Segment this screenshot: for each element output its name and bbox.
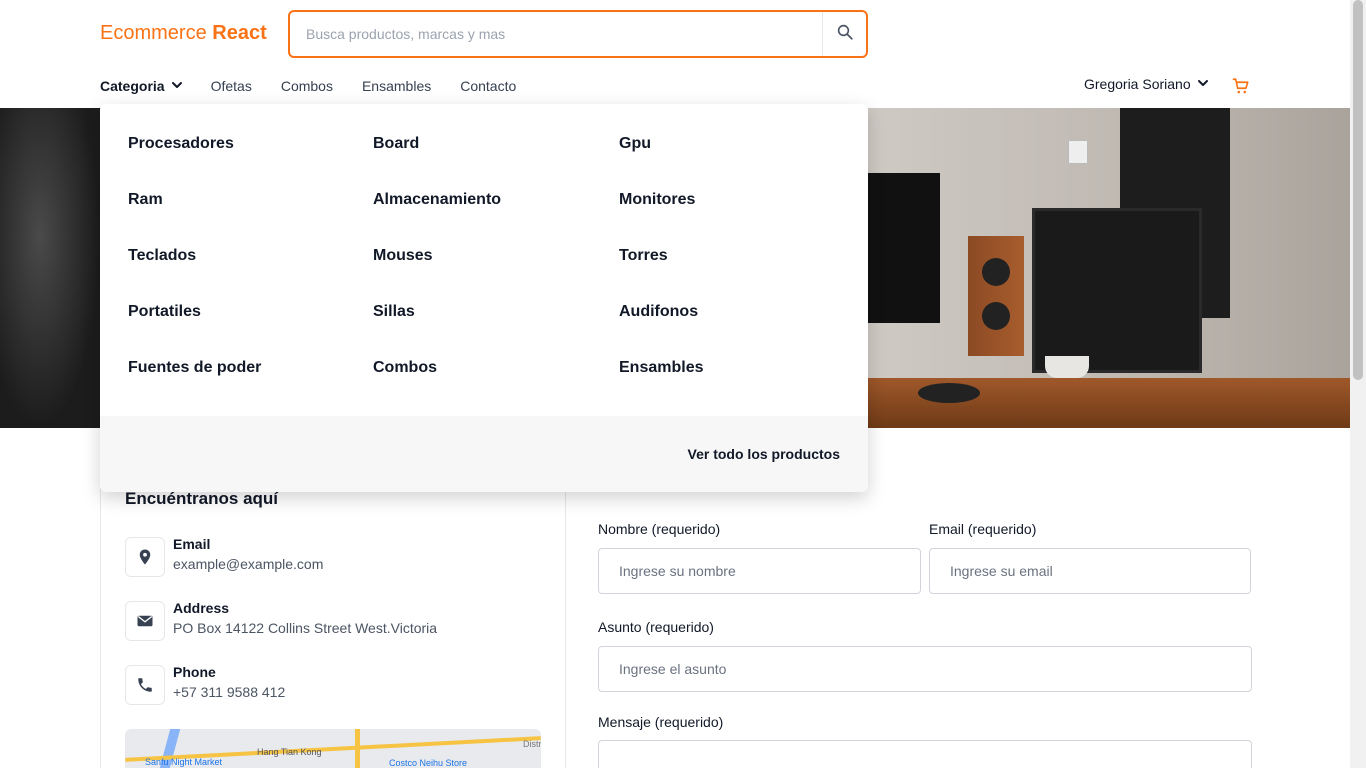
category-item-portatiles[interactable]: Portatiles [128,302,373,358]
site-logo[interactable]: Ecommerce React [100,22,267,45]
category-dropdown: Procesadores Board Gpu Ram Almacenamient… [100,104,868,492]
email-label: Email [173,536,211,552]
map-label: Costco Neihu Store [389,758,468,768]
address-value: PO Box 14122 Collins Street West.Victori… [173,620,438,636]
logo-strong-text: React [212,22,267,44]
email-field-label: Email (requerido) [929,521,1037,537]
hero-speaker [968,236,1024,356]
message-field [598,740,1252,768]
category-item-ram[interactable]: Ram [128,190,373,246]
category-item-audifonos[interactable]: Audifonos [619,302,840,358]
nav-link-contacto[interactable]: Contacto [460,78,516,94]
cart-button[interactable] [1232,77,1250,100]
phone-label: Phone [173,664,216,680]
address-label: Address [173,600,230,616]
category-item-teclados[interactable]: Teclados [128,246,373,302]
map-label: Distr de Ne [523,739,541,749]
category-item-almacenamiento[interactable]: Almacenamiento [373,190,619,246]
contact-phone-row: Phone +57 311 9588 412 [125,664,545,705]
hero-plant [0,108,100,428]
phone-value[interactable]: +57 311 9588 412 [173,684,285,700]
search-button[interactable] [822,12,866,56]
cart-icon [1232,78,1250,99]
category-item-monitores[interactable]: Monitores [619,190,840,246]
hero-light-switch [1068,140,1088,164]
name-field-label: Nombre (requerido) [598,521,721,537]
contact-email-row: Email example@example.com [125,536,545,577]
subject-field [598,646,1252,692]
nav-link-combos[interactable]: Combos [281,78,333,94]
category-item-procesadores[interactable]: Procesadores [128,134,373,190]
category-item-combos[interactable]: Combos [373,358,619,414]
category-menu-toggle[interactable]: Categoria [100,78,183,94]
location-pin-icon [125,537,165,577]
map-label: Hang Tian Kong [257,747,322,757]
category-grid: Procesadores Board Gpu Ram Almacenamient… [128,134,840,414]
view-all-products-link[interactable]: Ver todo los productos [688,446,840,462]
name-input[interactable] [599,549,920,593]
user-menu-toggle[interactable]: Gregoria Soriano [1084,76,1209,92]
map-label: Sanfu Night Market [145,757,223,767]
email-field [929,548,1251,594]
hero-cup [1045,356,1089,378]
nav-link-ensambles[interactable]: Ensambles [362,78,431,94]
dropdown-footer: Ver todo los productos [100,416,868,492]
logo-text: Ecommerce [100,22,207,44]
message-field-label: Mensaje (requerido) [598,714,724,730]
hero-mouse [918,383,980,403]
contact-address-row: Address PO Box 14122 Collins Street West… [125,600,545,641]
category-item-ensambles[interactable]: Ensambles [619,358,840,414]
search-icon [836,23,854,46]
nav-link-ofertas[interactable]: Ofetas [211,78,252,94]
mail-icon [125,601,165,641]
map-road [355,729,360,768]
hero-pc-case [1032,208,1202,373]
search-input[interactable] [290,12,822,56]
category-item-board[interactable]: Board [373,134,619,190]
email-input[interactable] [930,549,1250,593]
message-textarea[interactable] [599,741,1251,768]
search-bar [288,10,868,58]
subject-input[interactable] [599,647,1251,691]
name-field [598,548,921,594]
category-label: Categoria [100,78,165,94]
email-value[interactable]: example@example.com [173,556,323,572]
subject-field-label: Asunto (requerido) [598,619,714,635]
category-item-fuentes-de-poder[interactable]: Fuentes de poder [128,358,373,414]
chevron-down-icon [1197,76,1209,92]
user-name: Gregoria Soriano [1084,76,1191,92]
main-nav: Categoria Ofetas Combos Ensambles Contac… [100,76,545,96]
page: Ecommerce React Categoria Ofetas Combos … [0,0,1350,768]
page-scrollbar[interactable] [1350,0,1366,768]
category-item-mouses[interactable]: Mouses [373,246,619,302]
category-item-torres[interactable]: Torres [619,246,840,302]
category-item-sillas[interactable]: Sillas [373,302,619,358]
contact-title: Encuéntranos aquí [125,489,279,508]
hero-monitor [868,173,940,323]
category-item-gpu[interactable]: Gpu [619,134,840,190]
location-map[interactable]: Hang Tian Kong Sanfu Night Market Costco… [125,729,541,768]
phone-icon [125,665,165,705]
scrollbar-thumb[interactable] [1353,0,1363,380]
chevron-down-icon [171,78,183,94]
